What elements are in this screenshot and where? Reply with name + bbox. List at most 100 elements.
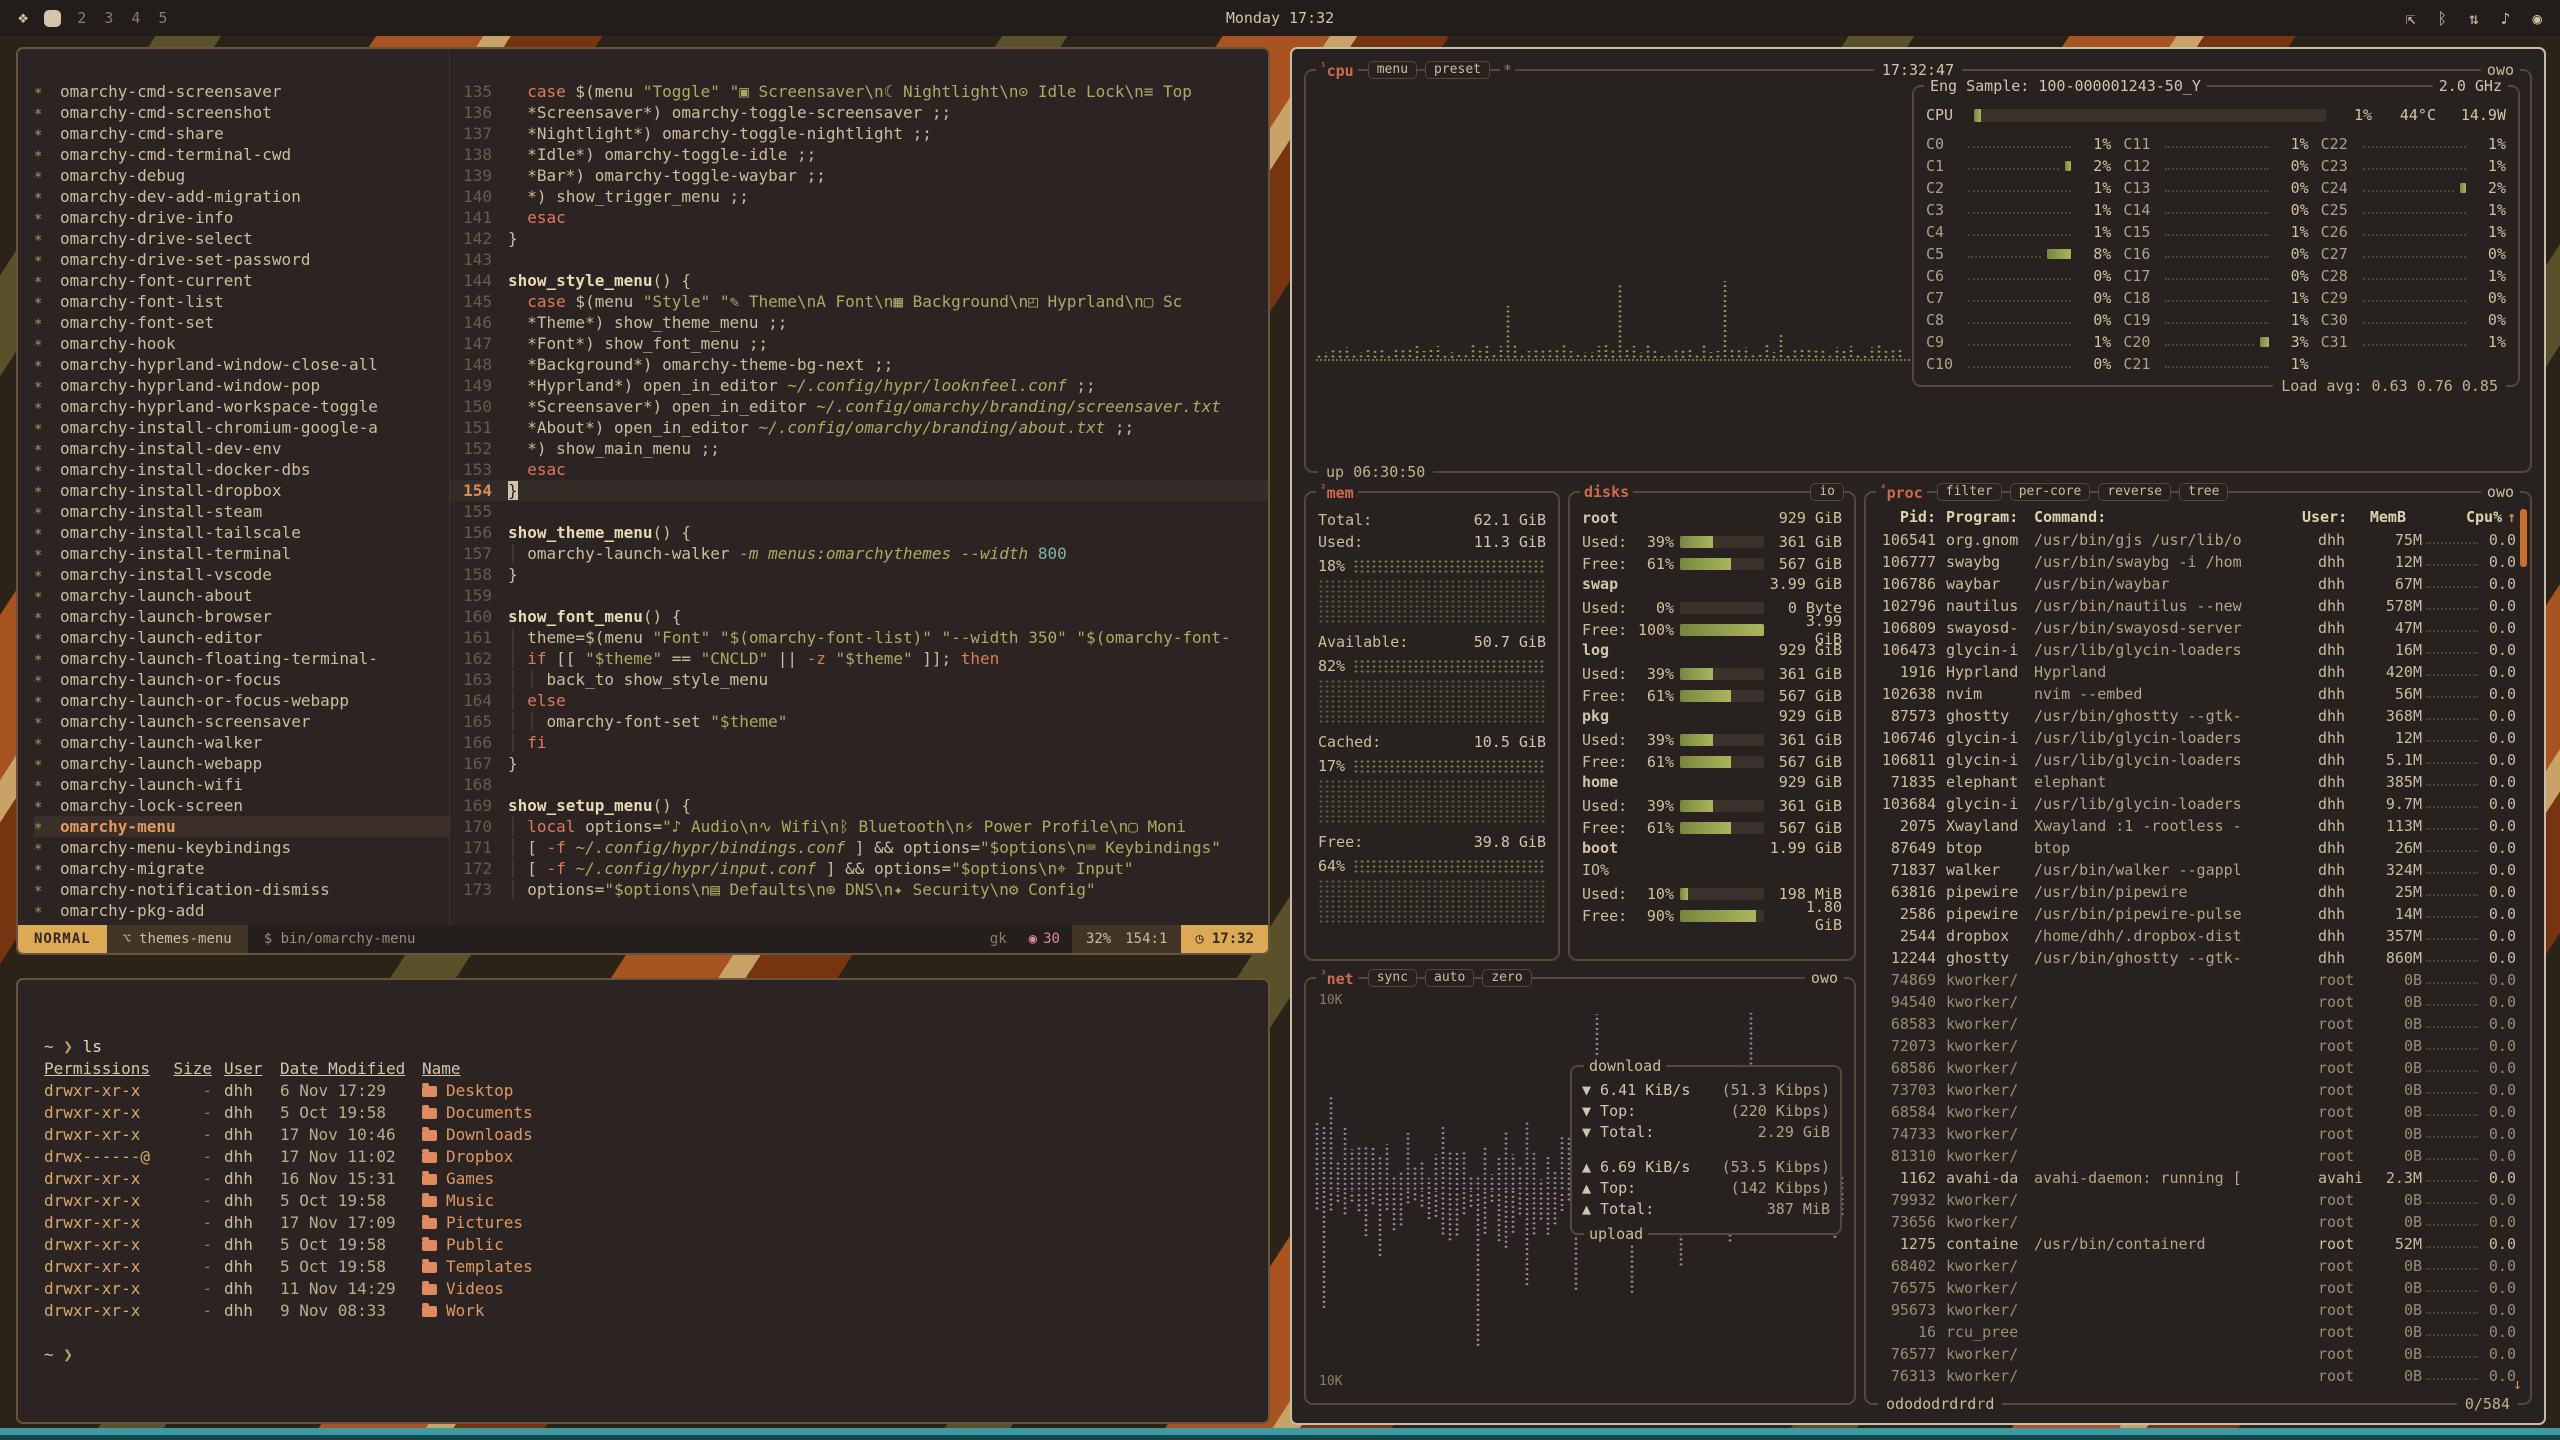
proc-column-header[interactable]: MemB: [2360, 508, 2406, 526]
file-item[interactable]: ∗omarchy-launch-screensaver: [34, 711, 449, 732]
file-item[interactable]: ∗omarchy-hook: [34, 333, 449, 354]
file-row[interactable]: drwxr-xr-x-dhh17 Nov 10:46Downloads: [44, 1124, 1242, 1146]
file-item[interactable]: ∗omarchy-drive-info: [34, 207, 449, 228]
code-line[interactable]: 135 case $(menu "Toggle" "▣ Screensaver\…: [450, 81, 1268, 102]
process-row[interactable]: 2075XwaylandXwayland :1 -rootless -dhh11…: [1876, 815, 2516, 837]
code-line[interactable]: 152 *) show_main_menu ;;: [450, 438, 1268, 459]
file-item[interactable]: ∗omarchy-install-chromium-google-a: [34, 417, 449, 438]
file-item[interactable]: ∗omarchy-cmd-screenshot: [34, 102, 449, 123]
file-item[interactable]: ∗omarchy-launch-walker: [34, 732, 449, 753]
file-item[interactable]: ∗omarchy-hyprland-workspace-toggle: [34, 396, 449, 417]
file-item[interactable]: ∗omarchy-install-dropbox: [34, 480, 449, 501]
file-item[interactable]: ∗omarchy-font-current: [34, 270, 449, 291]
power-icon[interactable]: ◉: [2532, 9, 2542, 28]
file-item[interactable]: ∗omarchy-migrate: [34, 858, 449, 879]
code-line[interactable]: 160show_font_menu() {: [450, 606, 1268, 627]
code-line[interactable]: 136 *Screensaver*) omarchy-toggle-screen…: [450, 102, 1268, 123]
code-line[interactable]: 144show_style_menu() {: [450, 270, 1268, 291]
file-row[interactable]: drwxr-xr-x-dhh16 Nov 15:31Games: [44, 1168, 1242, 1190]
code-line[interactable]: 163│ │ back_to show_style_menu: [450, 669, 1268, 690]
process-row[interactable]: 76577kworker/root0B0.0: [1876, 1343, 2516, 1365]
file-item[interactable]: ∗omarchy-launch-editor: [34, 627, 449, 648]
terminal-body[interactable]: ~ ❯ ls PermissionsSizeUserDate ModifiedN…: [18, 980, 1268, 1366]
file-item[interactable]: ∗omarchy-launch-about: [34, 585, 449, 606]
process-row[interactable]: 106473glycin-i/usr/lib/glycin-loadersdhh…: [1876, 639, 2516, 661]
code-line[interactable]: 149 *Hyprland*) open_in_editor ~/.config…: [450, 375, 1268, 396]
proc-box-button[interactable]: per-core: [2010, 483, 2091, 501]
process-row[interactable]: 79932kworker/root0B0.0: [1876, 1189, 2516, 1211]
disks-io-button[interactable]: io: [1810, 483, 1844, 501]
proc-column-header[interactable]: Pid:: [1876, 508, 1936, 526]
file-item[interactable]: ∗omarchy-cmd-share: [34, 123, 449, 144]
process-scrollbar[interactable]: [2520, 509, 2527, 567]
workspace-button[interactable]: 2: [77, 9, 86, 27]
code-line[interactable]: 141 esac: [450, 207, 1268, 228]
proc-box-button[interactable]: tree: [2179, 483, 2228, 501]
file-row[interactable]: drwxr-xr-x-dhh5 Oct 19:58Public: [44, 1234, 1242, 1256]
process-row[interactable]: 87573ghostty/usr/bin/ghostty --gtk-dhh36…: [1876, 705, 2516, 727]
process-row[interactable]: 2544dropbox/home/dhh/.dropbox-distdhh357…: [1876, 925, 2516, 947]
process-row[interactable]: 16rcu_preeroot0B0.0: [1876, 1321, 2516, 1343]
code-line[interactable]: 146 *Theme*) show_theme_menu ;;: [450, 312, 1268, 333]
code-line[interactable]: 145 case $(menu "Style" "✎ Theme\nA Font…: [450, 291, 1268, 312]
code-line[interactable]: 162│ if [[ "$theme" == "CNCLD" || -z "$t…: [450, 648, 1268, 669]
process-row[interactable]: 63816pipewire/usr/bin/pipewiredhh25M0.0: [1876, 881, 2516, 903]
file-row[interactable]: drwxr-xr-x-dhh6 Nov 17:29Desktop: [44, 1080, 1242, 1102]
process-row[interactable]: 68583kworker/root0B0.0: [1876, 1013, 2516, 1035]
file-item[interactable]: ∗omarchy-cmd-terminal-cwd: [34, 144, 449, 165]
code-line[interactable]: 154}: [450, 480, 1268, 501]
file-item[interactable]: ∗omarchy-dev-add-migration: [34, 186, 449, 207]
code-line[interactable]: 169show_setup_menu() {: [450, 795, 1268, 816]
code-line[interactable]: 165│ │ omarchy-font-set "$theme": [450, 711, 1268, 732]
process-key-hints[interactable]: odododrdrdrd: [1878, 1395, 2002, 1413]
workspace-button[interactable]: 3: [104, 9, 113, 27]
file-row[interactable]: drwxr-xr-x-dhh5 Oct 19:58Music: [44, 1190, 1242, 1212]
process-row[interactable]: 103684glycin-i/usr/lib/glycin-loadersdhh…: [1876, 793, 2516, 815]
file-item[interactable]: ∗omarchy-install-vscode: [34, 564, 449, 585]
process-row[interactable]: 102638nvimnvim --embeddhh56M0.0: [1876, 683, 2516, 705]
code-line[interactable]: 170│ local options="♪ Audio\n∿ Wifi\nᛒ B…: [450, 816, 1268, 837]
screen-share-icon[interactable]: ⇱: [2406, 9, 2416, 28]
file-item[interactable]: ∗omarchy-drive-set-password: [34, 249, 449, 270]
code-line[interactable]: 164│ else: [450, 690, 1268, 711]
code-line[interactable]: 155: [450, 501, 1268, 522]
file-item[interactable]: ∗omarchy-hyprland-window-pop: [34, 375, 449, 396]
process-row[interactable]: 1916HyprlandHyprlanddhh420M0.0: [1876, 661, 2516, 683]
proc-column-header[interactable]: Program:: [1936, 508, 2024, 526]
proc-column-header[interactable]: Command:: [2024, 508, 2302, 526]
file-item[interactable]: ∗omarchy-launch-webapp: [34, 753, 449, 774]
process-row[interactable]: 12244ghostty/usr/bin/ghostty --gtk-dhh86…: [1876, 947, 2516, 969]
scroll-down-icon[interactable]: ↓: [2513, 1375, 2522, 1393]
file-row[interactable]: drwxr-xr-x-dhh5 Oct 19:58Templates: [44, 1256, 1242, 1278]
file-item[interactable]: ∗omarchy-launch-wifi: [34, 774, 449, 795]
file-item[interactable]: ∗omarchy-notification-dismiss: [34, 879, 449, 900]
file-item[interactable]: ∗omarchy-drive-select: [34, 228, 449, 249]
file-item[interactable]: ∗omarchy-install-docker-dbs: [34, 459, 449, 480]
code-line[interactable]: 158}: [450, 564, 1268, 585]
process-row[interactable]: 1275containe/usr/bin/containerdroot52M0.…: [1876, 1233, 2516, 1255]
proc-column-header[interactable]: Cpu%: [2466, 508, 2500, 526]
code-line[interactable]: 171│ [ -f ~/.config/hypr/bindings.conf ]…: [450, 837, 1268, 858]
cpu-box-button[interactable]: menu: [1368, 61, 1417, 79]
bluetooth-icon[interactable]: ᛒ: [2437, 9, 2447, 28]
process-row[interactable]: 106777swaybg/usr/bin/swaybg -i /homdhh12…: [1876, 551, 2516, 573]
proc-box-button[interactable]: filter: [1937, 483, 2002, 501]
process-row[interactable]: 74733kworker/root0B0.0: [1876, 1123, 2516, 1145]
omarchy-logo-icon[interactable]: ❖: [18, 8, 28, 28]
code-line[interactable]: 173│ options="$options\n▤ Defaults\n⊕ DN…: [450, 879, 1268, 900]
process-row[interactable]: 81310kworker/root0B0.0: [1876, 1145, 2516, 1167]
file-row[interactable]: drwxr-xr-x-dhh5 Oct 19:58Documents: [44, 1102, 1242, 1124]
file-item[interactable]: ∗omarchy-font-set: [34, 312, 449, 333]
process-row[interactable]: 68586kworker/root0B0.0: [1876, 1057, 2516, 1079]
process-row[interactable]: 106746glycin-i/usr/lib/glycin-loadersdhh…: [1876, 727, 2516, 749]
file-row[interactable]: drwxr-xr-x-dhh9 Nov 08:33Work: [44, 1300, 1242, 1322]
proc-box-button[interactable]: reverse: [2098, 483, 2171, 501]
volume-icon[interactable]: ♪: [2501, 9, 2511, 28]
net-box-button[interactable]: zero: [1482, 969, 1531, 987]
process-row[interactable]: 71837walker/usr/bin/walker --gappldhh324…: [1876, 859, 2516, 881]
process-row[interactable]: 106541org.gnom/usr/bin/gjs /usr/lib/odhh…: [1876, 529, 2516, 551]
process-row[interactable]: 1162avahi-daavahi-daemon: running [avahi…: [1876, 1167, 2516, 1189]
code-line[interactable]: 172│ [ -f ~/.config/hypr/input.conf ] &&…: [450, 858, 1268, 879]
file-item[interactable]: ∗omarchy-cmd-screensaver: [34, 81, 449, 102]
code-line[interactable]: 156show_theme_menu() {: [450, 522, 1268, 543]
